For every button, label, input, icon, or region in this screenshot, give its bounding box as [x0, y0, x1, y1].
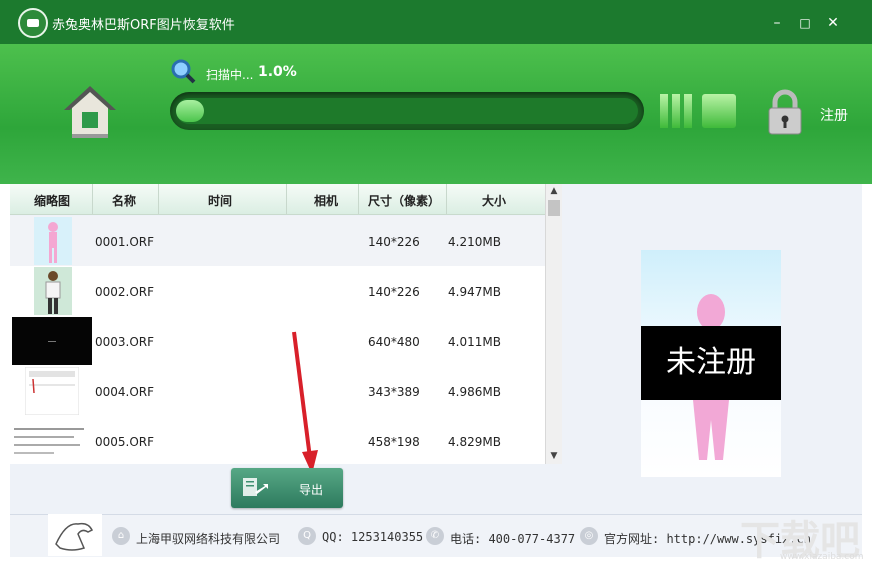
export-button[interactable]: 导出 — [231, 468, 343, 508]
red-arrow-annotation — [292, 331, 318, 474]
file-size: 4.829MB — [448, 435, 501, 449]
column-separator — [446, 184, 447, 214]
app-logo-icon — [18, 8, 48, 38]
search-icon — [171, 59, 196, 84]
table-row[interactable]: 0001.ORF 140*226 4.210MB — [10, 216, 545, 266]
file-name: 0003.ORF — [95, 335, 155, 349]
scroll-up-button[interactable]: ▲ — [546, 184, 562, 198]
phone-icon: ✆ — [426, 527, 444, 545]
scan-percent: 1.0% — [258, 64, 297, 80]
scroll-down-button[interactable]: ▼ — [546, 449, 562, 463]
company-icon: ⌂ — [112, 527, 130, 545]
file-size: 4.210MB — [448, 235, 501, 249]
company-name: 上海甲驭网络科技有限公司 — [136, 532, 281, 546]
column-separator — [286, 184, 287, 214]
column-separator — [358, 184, 359, 214]
lock-icon[interactable] — [765, 88, 805, 136]
file-size: 4.986MB — [448, 385, 501, 399]
file-dimensions: 458*198 — [368, 435, 420, 449]
register-link[interactable]: 注册 — [820, 105, 848, 125]
table-row[interactable]: 0005.ORF 458*198 4.829MB — [10, 416, 545, 466]
table-row[interactable]: 0003.ORF 640*480 4.011MB — [10, 316, 545, 366]
file-list-scrollbar[interactable]: ▲ ▼ — [545, 184, 562, 464]
scroll-thumb[interactable] — [548, 200, 560, 216]
column-separator — [158, 184, 159, 214]
scan-progress-bar — [170, 92, 644, 130]
column-header-camera[interactable]: 相机 — [314, 192, 338, 209]
file-list: 0001.ORF 140*226 4.210MB 0002.ORF 140*22… — [10, 216, 545, 464]
horse-logo — [48, 514, 102, 556]
column-header-size[interactable]: 大小 — [482, 192, 506, 209]
thumbnail-image — [12, 424, 92, 458]
file-size: 4.947MB — [448, 285, 501, 299]
export-label: 导出 — [299, 483, 324, 497]
file-name: 0004.ORF — [95, 385, 155, 399]
thumbnail-image — [34, 217, 72, 265]
status-block — [702, 94, 736, 128]
close-button[interactable]: ✕ — [824, 14, 842, 32]
unregistered-overlay: 未注册 — [641, 326, 781, 400]
thumbnail-image — [12, 317, 92, 365]
phone-number: 电话: 400-077-4377 — [450, 532, 576, 546]
file-size: 4.011MB — [448, 335, 501, 349]
column-header-thumbnail[interactable]: 缩略图 — [34, 192, 70, 209]
window-title: 赤兔奥林巴斯ORF图片恢复软件 — [52, 18, 235, 33]
progress-track — [176, 98, 638, 124]
title-bar: 赤兔奥林巴斯ORF图片恢复软件 – □ ✕ — [0, 0, 872, 44]
table-row[interactable]: 0002.ORF 140*226 4.947MB — [10, 266, 545, 316]
status-block — [672, 94, 680, 128]
scan-status-label: 扫描中... — [206, 68, 254, 82]
watermark-url: www.xiazaiba.com — [780, 552, 864, 562]
file-name: 0005.ORF — [95, 435, 155, 449]
progress-fill — [176, 100, 204, 122]
file-name: 0002.ORF — [95, 285, 155, 299]
status-block — [684, 94, 692, 128]
qq-icon: Q — [298, 527, 316, 545]
thumbnail-image — [25, 367, 79, 415]
app-window: 赤兔奥林巴斯ORF图片恢复软件 – □ ✕ 扫描中... 1.0% 注册 缩略图 — [0, 0, 872, 569]
file-dimensions: 343*389 — [368, 385, 420, 399]
column-header-name[interactable]: 名称 — [112, 192, 136, 209]
file-dimensions: 140*226 — [368, 235, 420, 249]
file-dimensions: 640*480 — [368, 335, 420, 349]
table-header: 缩略图 名称 时间 相机 尺寸（像素） 大小 — [10, 184, 561, 215]
home-icon[interactable] — [62, 84, 118, 140]
table-row[interactable]: 0004.ORF 343*389 4.986MB — [10, 366, 545, 416]
minimize-button[interactable]: – — [768, 14, 786, 32]
file-dimensions: 140*226 — [368, 285, 420, 299]
website-icon: ◎ — [580, 527, 598, 545]
qq-number: QQ: 1253140355 — [322, 530, 424, 544]
export-icon — [243, 478, 268, 496]
column-separator — [92, 184, 93, 214]
thumbnail-image — [34, 267, 72, 315]
status-block — [660, 94, 668, 128]
column-header-time[interactable]: 时间 — [208, 192, 232, 209]
maximize-button[interactable]: □ — [796, 14, 814, 32]
file-name: 0001.ORF — [95, 235, 155, 249]
column-header-dimensions[interactable]: 尺寸（像素） — [368, 192, 440, 209]
